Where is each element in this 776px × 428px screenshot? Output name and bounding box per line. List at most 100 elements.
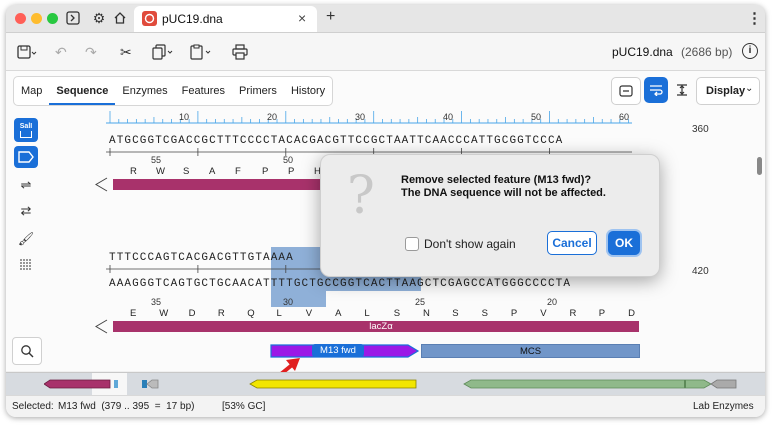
- enzyme-tool-label: SalI: [19, 122, 33, 130]
- bottom-strand[interactable]: AAAGGGTCAGTGCTGCAACATTTTGCTGCCGGTCACTTAA…: [109, 278, 571, 290]
- gear-icon[interactable]: ⚙: [90, 9, 108, 27]
- dont-show-label[interactable]: Don't show again: [424, 237, 516, 251]
- mcs-feature[interactable]: MCS: [421, 344, 640, 358]
- lacz-label: lacZα: [369, 321, 393, 332]
- amino-acid: R: [130, 166, 137, 177]
- dont-show-checkbox[interactable]: [405, 237, 419, 251]
- undo-icon[interactable]: ↶: [55, 42, 67, 62]
- enzyme-set[interactable]: Lab Enzymes: [693, 401, 754, 412]
- feature-tool-icon[interactable]: [14, 146, 38, 168]
- amino-acid: F: [235, 166, 241, 177]
- dialog-message: Remove selected feature (M13 fwd)?: [401, 174, 592, 186]
- save-icon[interactable]: [17, 42, 37, 62]
- vertical-scrollbar-thumb[interactable]: [757, 157, 762, 175]
- selected-value: M13 fwd (379 .. 395 = 17 bp): [58, 401, 195, 412]
- ruler-number: 10: [179, 112, 190, 122]
- top-strand[interactable]: ATGCGGTCGACCGCTTTCCCCTACACGACGTTCCGCTAAT…: [109, 135, 563, 147]
- ruler-number: 50: [531, 112, 542, 122]
- amino-acid: R: [217, 308, 225, 319]
- m13-fwd-label: M13 fwd: [312, 344, 364, 357]
- amino-acid: S: [393, 308, 401, 319]
- toolbar: ↶ ↷ ✂ pUC19.dna (2686 bp) i: [6, 33, 765, 71]
- map-overview[interactable]: [6, 372, 765, 395]
- amino-acid: D: [188, 308, 196, 319]
- amino-acid: V: [305, 308, 313, 319]
- amino-acid: N: [423, 308, 430, 319]
- new-tab-button[interactable]: +: [326, 8, 335, 26]
- cut-site-icon: [20, 130, 32, 138]
- close-tab-icon[interactable]: ×: [298, 10, 306, 26]
- selected-label: Selected:: [12, 401, 54, 412]
- info-icon[interactable]: i: [742, 43, 758, 59]
- remove-feature-dialog: ? Remove selected feature (M13 fwd)? The…: [320, 154, 660, 277]
- print-icon[interactable]: [232, 42, 248, 62]
- tab-enzymes[interactable]: Enzymes: [115, 77, 174, 105]
- dialog-detail: The DNA sequence will not be affected.: [401, 187, 606, 199]
- redo-icon[interactable]: ↷: [85, 42, 97, 62]
- ruler-number: 30: [355, 112, 366, 122]
- tab-history[interactable]: History: [284, 77, 332, 105]
- view-tabs: Map Sequence Enzymes Features Primers Hi…: [13, 76, 334, 106]
- amino-acid: P: [598, 308, 606, 319]
- dna-file-icon: [142, 11, 157, 26]
- more-menu-icon[interactable]: ⋮: [747, 9, 762, 27]
- amino-acid: S: [183, 166, 190, 177]
- enzyme-tool-button[interactable]: SalI: [14, 118, 38, 142]
- sequence-length: (2686 bp): [681, 45, 733, 59]
- amino-acid: L: [364, 308, 370, 319]
- primer-tool-icon[interactable]: ⇄: [14, 200, 38, 222]
- minimize-window-button[interactable]: [31, 13, 42, 24]
- amino-acid: R: [569, 308, 577, 319]
- aa-number: 25: [415, 297, 426, 307]
- amino-acid: D: [628, 308, 635, 319]
- show-translation-icon[interactable]: [611, 77, 641, 105]
- display-menu-button[interactable]: Display ⌄: [696, 77, 760, 105]
- paste-icon[interactable]: [190, 42, 212, 62]
- zoom-window-button[interactable]: [47, 13, 58, 24]
- amino-acid: P: [510, 308, 518, 319]
- sidebar-toggle-icon[interactable]: [64, 9, 82, 27]
- amino-acid: L: [276, 308, 282, 319]
- title-bar: ⚙ pUC19.dna × + ⋮: [6, 5, 765, 33]
- search-icon[interactable]: [12, 337, 42, 365]
- overview-features: [44, 379, 737, 389]
- ruler-number: 20: [267, 112, 278, 122]
- tab-primers[interactable]: Primers: [232, 77, 284, 105]
- amino-acid: Q: [247, 308, 255, 319]
- close-window-button[interactable]: [15, 13, 26, 24]
- cancel-button[interactable]: Cancel: [547, 231, 597, 255]
- brush-icon[interactable]: 🖌: [14, 228, 38, 250]
- file-name: pUC19.dna: [612, 45, 673, 59]
- aa-number: 30: [283, 297, 294, 307]
- aa-number: 50: [283, 155, 294, 165]
- sequence-position: 420: [692, 266, 709, 277]
- amino-acid: A: [335, 308, 342, 319]
- tab-title: pUC19.dna: [162, 12, 223, 26]
- tab-map[interactable]: Map: [14, 77, 49, 105]
- sequence-list-icon[interactable]: [14, 254, 38, 276]
- home-icon[interactable]: [111, 9, 129, 27]
- ok-button[interactable]: OK: [608, 231, 640, 255]
- copy-icon[interactable]: [152, 42, 174, 62]
- tab-features[interactable]: Features: [175, 77, 232, 105]
- tab-sequence[interactable]: Sequence: [49, 77, 116, 105]
- display-label: Display: [706, 85, 746, 97]
- orf-tool-icon[interactable]: ⇌: [14, 174, 38, 196]
- chevron-down-icon: ⌄: [745, 83, 754, 94]
- question-icon: ?: [347, 166, 375, 226]
- cut-icon[interactable]: ✂: [120, 42, 132, 62]
- aa-number: 55: [151, 155, 162, 165]
- wrap-sequence-icon[interactable]: [644, 77, 668, 103]
- amino-acid: V: [540, 308, 547, 319]
- ruler-number: 60: [619, 112, 630, 122]
- amino-acid: W: [159, 308, 169, 319]
- amino-acid: S: [481, 308, 488, 319]
- top-strand[interactable]: TTTCCCAGTCACGACGTTGTAAAA: [109, 252, 294, 264]
- status-bar: Selected: M13 fwd (379 .. 395 = 17 bp) […: [6, 395, 765, 417]
- aa-number: 35: [151, 297, 162, 307]
- amino-acid: W: [156, 166, 165, 177]
- line-spacing-icon[interactable]: [670, 77, 694, 103]
- gc-content: [53% GC]: [222, 401, 266, 412]
- document-tab[interactable]: pUC19.dna ×: [134, 6, 317, 32]
- amino-acid: A: [209, 166, 216, 177]
